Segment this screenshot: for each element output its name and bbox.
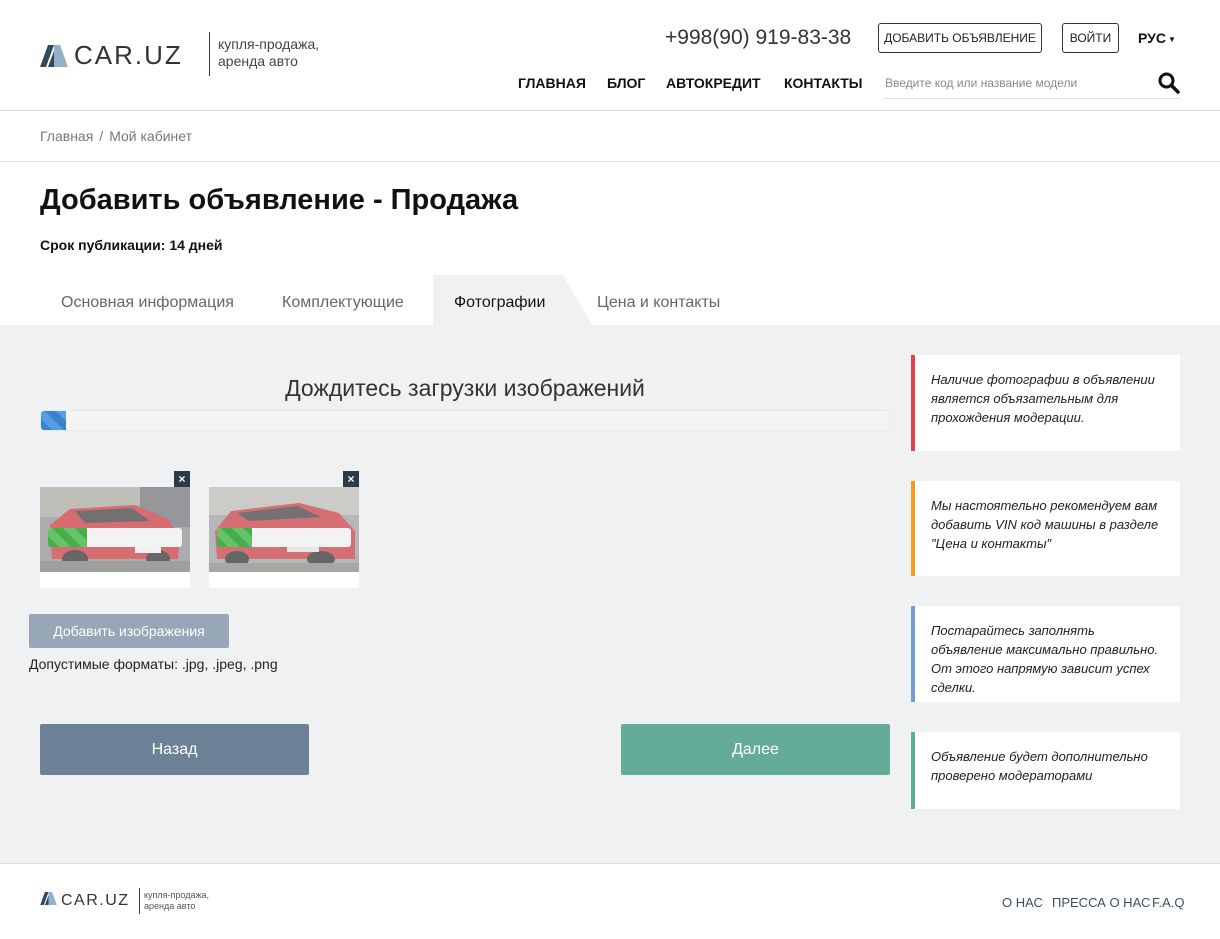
breadcrumb-separator: / xyxy=(99,128,104,144)
tab-price-contacts[interactable]: Цена и контакты xyxy=(597,294,720,312)
chevron-down-icon: ▼ xyxy=(1167,34,1176,44)
tip-card-vin: Мы настоятельно рекомендуем вам добавить… xyxy=(911,481,1180,576)
image-upload-progress xyxy=(48,528,182,547)
image-thumbnail xyxy=(40,487,190,588)
language-label: РУС xyxy=(1138,30,1166,46)
footer-logo-divider xyxy=(139,888,140,914)
tip-card-accuracy: Постарайтесь заполнять объявление максим… xyxy=(911,606,1180,702)
nav-item-blog[interactable]: БЛОГ xyxy=(607,75,645,91)
remove-image-icon[interactable]: × xyxy=(174,471,190,487)
search-box xyxy=(885,68,1180,99)
tab-photos[interactable]: Фотографии xyxy=(454,294,545,312)
logo-divider xyxy=(209,32,210,76)
footer-link-press[interactable]: ПРЕССА О НАС xyxy=(1052,895,1150,910)
breadcrumb-divider xyxy=(0,161,1220,162)
tab-main-info[interactable]: Основная информация xyxy=(61,294,234,312)
logo-mark-icon xyxy=(40,892,57,910)
footer-link-about[interactable]: О НАС xyxy=(1002,895,1043,910)
phone-number[interactable]: +998(90) 919-83-38 xyxy=(665,26,851,50)
allowed-formats: Допустимые форматы: .jpg, .jpeg, .png xyxy=(29,656,278,672)
upload-wait-title: Дождитесь загрузки изображений xyxy=(285,375,645,401)
overall-progress-fill xyxy=(41,411,67,430)
breadcrumb: Главная / Мой кабинет xyxy=(40,128,192,144)
footer-logo[interactable]: CAR.UZ xyxy=(40,892,130,910)
add-ad-button[interactable]: ДОБАВИТЬ ОБЪЯВЛЕНИЕ xyxy=(878,23,1042,53)
page-title: Добавить объявление - Продажа xyxy=(40,184,519,216)
breadcrumb-home[interactable]: Главная xyxy=(40,128,93,144)
remove-image-icon[interactable]: × xyxy=(343,471,359,487)
footer-logo-text: CAR.UZ xyxy=(61,892,130,909)
login-button[interactable]: ВОЙТИ xyxy=(1062,23,1119,53)
logo-text: CAR.UZ xyxy=(74,40,183,70)
site-logo[interactable]: CAR.UZ xyxy=(40,40,183,71)
logo-tagline: купля-продажа, аренда авто xyxy=(218,36,320,69)
image-thumbnail xyxy=(209,487,359,588)
tip-card-moderation: Объявление будет дополнительно проверено… xyxy=(911,732,1180,809)
nav-item-home[interactable]: ГЛАВНАЯ xyxy=(518,75,586,91)
footer-link-faq[interactable]: F.A.Q xyxy=(1152,895,1185,910)
add-images-button[interactable]: Добавить изображения xyxy=(29,614,229,648)
back-button[interactable]: Назад xyxy=(40,724,309,775)
publication-term: Срок публикации: 14 дней xyxy=(40,237,223,253)
search-icon[interactable] xyxy=(1158,72,1180,94)
image-upload-progress xyxy=(217,528,351,547)
search-input[interactable] xyxy=(885,68,1145,98)
breadcrumb-cabinet[interactable]: Мой кабинет xyxy=(109,128,192,144)
next-button[interactable]: Далее xyxy=(621,724,890,775)
logo-mark-icon xyxy=(40,44,68,67)
tab-components[interactable]: Комплектующие xyxy=(282,294,404,312)
nav-item-contacts[interactable]: КОНТАКТЫ xyxy=(784,75,862,91)
image-upload-progress-fill xyxy=(217,528,252,547)
image-upload-progress-fill xyxy=(48,528,87,547)
overall-progress-bar xyxy=(40,410,890,431)
footer-tagline: купля-продажа, аренда авто xyxy=(144,890,210,911)
language-selector[interactable]: РУС ▼ xyxy=(1138,30,1176,46)
nav-item-autocredit[interactable]: АВТОКРЕДИТ xyxy=(666,75,761,91)
tip-card-photo-required: Наличие фотографии в объявлении является… xyxy=(911,355,1180,451)
